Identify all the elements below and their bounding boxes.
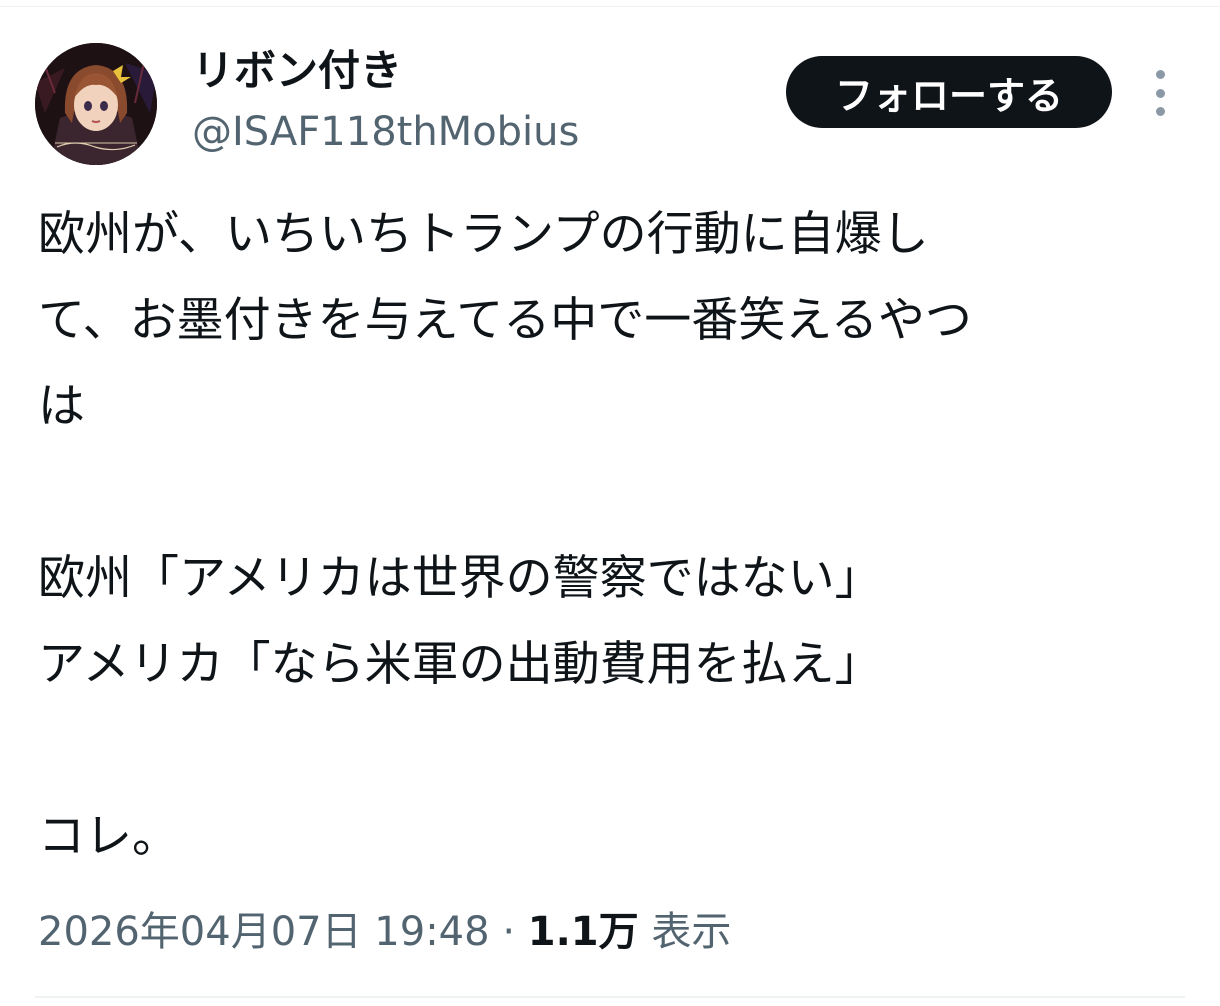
- more-dot: [1155, 88, 1165, 98]
- tweet-line: て、お墨付きを与えてる中で一番笑えるやつ: [38, 293, 972, 348]
- more-dot: [1155, 107, 1165, 116]
- tweet-line: 欧州が、いちいちトランプの行動に自爆し: [38, 207, 929, 262]
- more-vertical-icon[interactable]: [1140, 70, 1180, 116]
- views-count: 1.1万: [527, 909, 639, 955]
- tweet-line: は: [38, 379, 85, 434]
- meta-separator: ·: [502, 909, 516, 955]
- tweet-meta: 2026年04月07日 19:48 · 1.1万 表示: [38, 900, 731, 964]
- tweet-timestamp[interactable]: 2026年04月07日 19:48: [38, 909, 490, 955]
- views-label: 表示: [651, 909, 732, 955]
- more-dot: [1155, 70, 1165, 79]
- profile-avatar[interactable]: [35, 43, 157, 165]
- tweet-text: 欧州が、いちいちトランプの行動に自爆し て、お墨付きを与えてる中で一番笑えるやつ…: [38, 192, 1188, 880]
- user-handle[interactable]: @ISAF118thMobius: [192, 106, 579, 158]
- tweet-line: コレ。: [38, 809, 179, 864]
- tweet-line: 欧州「アメリカは世界の警察ではない」: [38, 551, 882, 606]
- top-divider: [0, 6, 1220, 7]
- tweet-line: アメリカ「なら米軍の出動費用を払え」: [38, 637, 882, 692]
- follow-button[interactable]: フォローする: [786, 56, 1112, 128]
- user-display-name[interactable]: リボン付き: [192, 44, 402, 98]
- avatar-image: [35, 43, 157, 165]
- bottom-divider: [35, 996, 1185, 998]
